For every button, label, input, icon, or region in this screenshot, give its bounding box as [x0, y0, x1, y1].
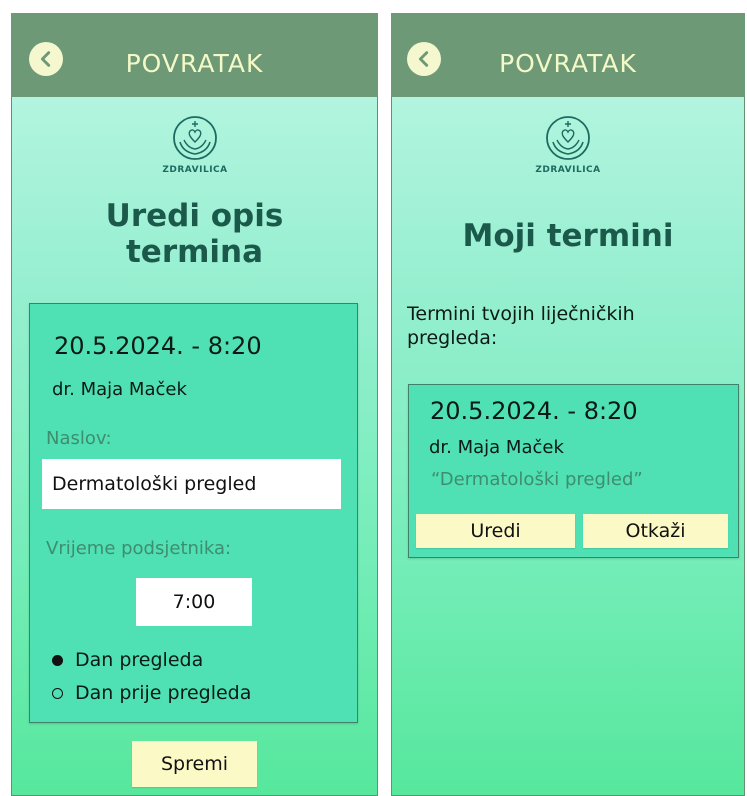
option-day-of-appointment[interactable]: Dan pregleda [52, 649, 203, 671]
reminder-label: Vrijeme podsjetnika: [46, 538, 232, 559]
page-title-line-2: termina [125, 234, 264, 270]
back-label[interactable]: POVRATAK [391, 49, 745, 78]
back-label[interactable]: POVRATAK [11, 49, 378, 78]
reminder-time-input[interactable]: 7:00 [136, 578, 252, 626]
page-title: Moji termini [462, 218, 674, 254]
appointment-edit-card: 20.5.2024. - 8:20 dr. Maja Maček Naslov:… [29, 303, 358, 723]
appointment-description: “Dermatološki pregled” [431, 469, 643, 490]
zdravilica-logo: ZDRAVILICA [523, 108, 613, 188]
logo-emblem-icon [546, 116, 590, 160]
radio-selected-icon[interactable] [52, 654, 63, 666]
page-title-line-1: Uredi opis [105, 198, 284, 234]
page-title: Uredi opis termina [11, 198, 378, 270]
radio-unselected-icon[interactable] [52, 687, 63, 699]
top-bar: POVRATAK [11, 13, 378, 97]
my-appointments-screen: POVRATAK ZDRAVILICA Moji termini Termini… [391, 13, 745, 796]
appointment-card: 20.5.2024. - 8:20 dr. Maja Maček “Dermat… [408, 384, 739, 558]
option-day-before-appointment[interactable]: Dan prije pregleda [52, 682, 251, 704]
cancel-appointment-button[interactable]: Otkaži [583, 514, 728, 548]
logo-emblem-icon [173, 116, 217, 160]
doctor-name: dr. Maja Maček [429, 437, 564, 458]
option-label: Dan prije pregleda [75, 682, 252, 704]
option-label: Dan pregleda [75, 649, 204, 671]
edit-button[interactable]: Uredi [416, 514, 575, 548]
title-input[interactable]: Dermatološki pregled [42, 459, 341, 509]
doctor-name: dr. Maja Maček [52, 379, 187, 400]
top-bar: POVRATAK [391, 13, 745, 97]
appointment-datetime: 20.5.2024. - 8:20 [54, 332, 262, 360]
appointment-datetime: 20.5.2024. - 8:20 [430, 397, 638, 425]
zdravilica-logo: ZDRAVILICA [150, 108, 240, 188]
title-label: Naslov: [46, 428, 112, 449]
edit-appointment-screen: POVRATAK ZDRAVILICA Uredi opis termina 2… [11, 13, 378, 796]
page-subtitle: Termini tvojih liječničkih pregleda: [407, 303, 635, 349]
logo-text: ZDRAVILICA [162, 165, 228, 175]
save-button[interactable]: Spremi [132, 741, 257, 787]
logo-text: ZDRAVILICA [535, 165, 601, 175]
